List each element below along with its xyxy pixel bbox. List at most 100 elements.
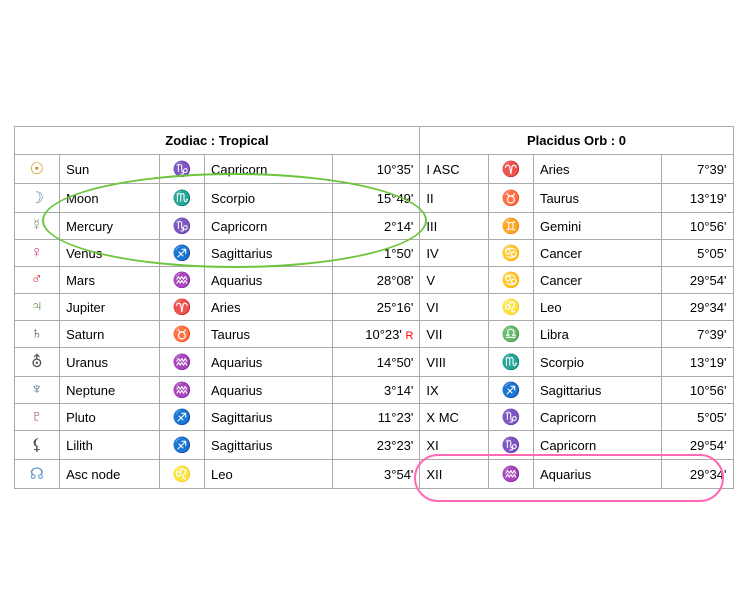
house-sign-name: Leo bbox=[533, 294, 661, 321]
house-degree: 7°39' bbox=[662, 155, 733, 184]
planet-icon: ⚸ bbox=[14, 431, 60, 460]
planet-icon: ☿ bbox=[14, 213, 60, 240]
planet-name: Jupiter bbox=[60, 294, 160, 321]
planet-degree: 10°35' bbox=[333, 155, 420, 184]
house-degree: 10°56' bbox=[662, 213, 733, 240]
planet-sign-icon: ♑ bbox=[159, 155, 204, 184]
planet-degree: 15°49' bbox=[333, 184, 420, 213]
planet-sign-name: Sagittarius bbox=[204, 431, 332, 460]
house-sign-icon: ♈ bbox=[488, 155, 533, 184]
house-degree: 29°34' bbox=[662, 460, 733, 489]
house-sign-name: Capricorn bbox=[533, 404, 661, 431]
planet-name: Lilith bbox=[60, 431, 160, 460]
house-degree: 13°19' bbox=[662, 184, 733, 213]
planet-name: Mars bbox=[60, 267, 160, 294]
planet-icon: ☊ bbox=[14, 460, 60, 489]
house-sign-icon: ♋ bbox=[488, 240, 533, 267]
planet-icon: ☽ bbox=[14, 184, 60, 213]
planet-icon: ♆ bbox=[14, 377, 60, 404]
planet-sign-name: Sagittarius bbox=[204, 240, 332, 267]
planet-name: Sun bbox=[60, 155, 160, 184]
planet-icon: ☉ bbox=[14, 155, 60, 184]
planet-icon: ♀ bbox=[14, 240, 60, 267]
house-label: X MC bbox=[420, 404, 488, 431]
house-label: I ASC bbox=[420, 155, 488, 184]
planet-degree: 14°50' bbox=[333, 348, 420, 377]
planet-name: Venus bbox=[60, 240, 160, 267]
placidus-header: Placidus Orb : 0 bbox=[420, 127, 733, 155]
planet-sign-icon: ♒ bbox=[159, 348, 204, 377]
planet-sign-icon: ♉ bbox=[159, 321, 204, 348]
planet-name: Moon bbox=[60, 184, 160, 213]
house-label: IX bbox=[420, 377, 488, 404]
planet-degree: 2°14' bbox=[333, 213, 420, 240]
planet-icon: ♂ bbox=[14, 267, 60, 294]
house-degree: 5°05' bbox=[662, 240, 733, 267]
planet-sign-name: Scorpio bbox=[204, 184, 332, 213]
planet-sign-icon: ♒ bbox=[159, 267, 204, 294]
planet-sign-icon: ♒ bbox=[159, 377, 204, 404]
house-degree: 29°34' bbox=[662, 294, 733, 321]
house-sign-icon: ♌ bbox=[488, 294, 533, 321]
house-sign-icon: ♉ bbox=[488, 184, 533, 213]
house-label: XI bbox=[420, 431, 488, 460]
planet-sign-name: Sagittarius bbox=[204, 404, 332, 431]
house-sign-icon: ♒ bbox=[488, 460, 533, 489]
house-sign-name: Aries bbox=[533, 155, 661, 184]
planet-name: Neptune bbox=[60, 377, 160, 404]
planet-degree: 28°08' bbox=[333, 267, 420, 294]
house-sign-icon: ♐ bbox=[488, 377, 533, 404]
planet-sign-name: Leo bbox=[204, 460, 332, 489]
house-sign-icon: ♊ bbox=[488, 213, 533, 240]
house-label: III bbox=[420, 213, 488, 240]
planet-degree: 11°23' bbox=[333, 404, 420, 431]
house-label: II bbox=[420, 184, 488, 213]
house-sign-icon: ♑ bbox=[488, 431, 533, 460]
planet-sign-name: Aquarius bbox=[204, 348, 332, 377]
planet-icon: ♃ bbox=[14, 294, 60, 321]
planet-degree: 23°23' bbox=[333, 431, 420, 460]
house-degree: 29°54' bbox=[662, 267, 733, 294]
house-label: IV bbox=[420, 240, 488, 267]
planet-icon: ♄ bbox=[14, 321, 60, 348]
house-sign-name: Taurus bbox=[533, 184, 661, 213]
planet-sign-icon: ♏ bbox=[159, 184, 204, 213]
house-degree: 5°05' bbox=[662, 404, 733, 431]
planet-icon: ♇ bbox=[14, 404, 60, 431]
planet-degree: 3°14' bbox=[333, 377, 420, 404]
planet-degree: 25°16' bbox=[333, 294, 420, 321]
planet-icon: ⛢ bbox=[14, 348, 60, 377]
house-sign-name: Cancer bbox=[533, 267, 661, 294]
planet-sign-name: Aquarius bbox=[204, 377, 332, 404]
house-sign-name: Capricorn bbox=[533, 431, 661, 460]
planet-name: Pluto bbox=[60, 404, 160, 431]
planet-sign-icon: ♌ bbox=[159, 460, 204, 489]
planet-sign-icon: ♐ bbox=[159, 431, 204, 460]
planet-sign-name: Aries bbox=[204, 294, 332, 321]
planet-name: Uranus bbox=[60, 348, 160, 377]
house-sign-name: Scorpio bbox=[533, 348, 661, 377]
zodiac-header: Zodiac : Tropical bbox=[14, 127, 420, 155]
house-label: XII bbox=[420, 460, 488, 489]
house-sign-icon: ♑ bbox=[488, 404, 533, 431]
planet-degree: 3°54' bbox=[333, 460, 420, 489]
planet-sign-icon: ♐ bbox=[159, 404, 204, 431]
house-degree: 29°54' bbox=[662, 431, 733, 460]
planet-name: Saturn bbox=[60, 321, 160, 348]
planet-sign-name: Capricorn bbox=[204, 213, 332, 240]
planet-name: Asc node bbox=[60, 460, 160, 489]
house-sign-icon: ♎ bbox=[488, 321, 533, 348]
astrology-table: Zodiac : Tropical Placidus Orb : 0 ☉Sun♑… bbox=[14, 126, 734, 489]
house-sign-name: Aquarius bbox=[533, 460, 661, 489]
house-label: V bbox=[420, 267, 488, 294]
house-degree: 13°19' bbox=[662, 348, 733, 377]
planet-sign-name: Capricorn bbox=[204, 155, 332, 184]
planet-sign-name: Taurus bbox=[204, 321, 332, 348]
planet-degree: 10°23' R bbox=[333, 321, 420, 348]
house-degree: 10°56' bbox=[662, 377, 733, 404]
house-sign-name: Sagittarius bbox=[533, 377, 661, 404]
house-sign-name: Libra bbox=[533, 321, 661, 348]
planet-name: Mercury bbox=[60, 213, 160, 240]
house-sign-name: Gemini bbox=[533, 213, 661, 240]
planet-degree: 1°50' bbox=[333, 240, 420, 267]
